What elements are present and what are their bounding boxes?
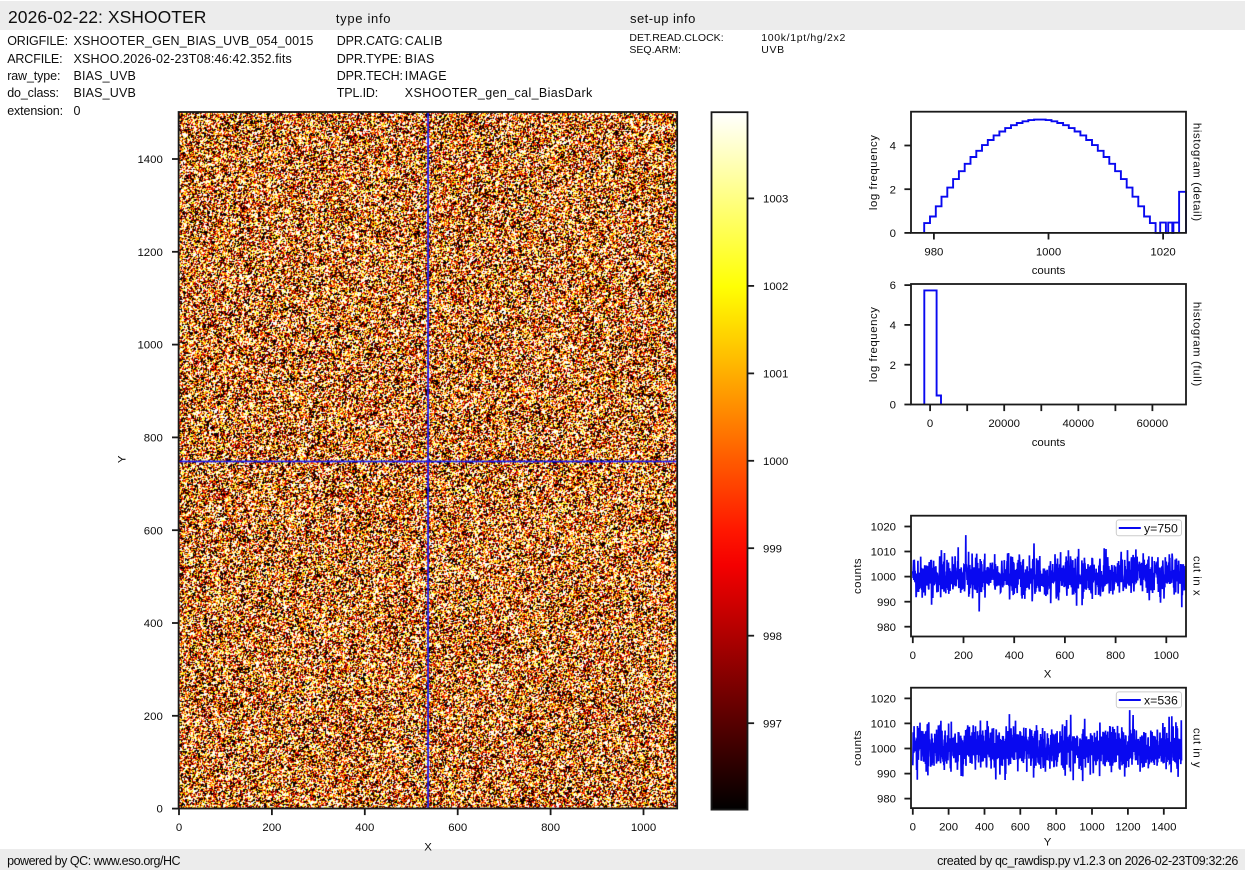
svg-text:log frequency: log frequency xyxy=(868,307,880,383)
svg-text:1010: 1010 xyxy=(871,547,896,559)
svg-text:600: 600 xyxy=(144,525,163,537)
svg-text:4: 4 xyxy=(890,141,896,153)
svg-text:cut in y: cut in y xyxy=(1191,728,1203,768)
svg-text:990: 990 xyxy=(877,597,896,609)
svg-text:1200: 1200 xyxy=(137,247,162,259)
svg-text:990: 990 xyxy=(877,769,896,781)
svg-text:800: 800 xyxy=(541,822,560,834)
svg-text:997: 997 xyxy=(763,718,782,730)
svg-text:200: 200 xyxy=(939,821,958,833)
svg-text:y=750: y=750 xyxy=(1144,521,1178,535)
svg-text:0: 0 xyxy=(910,821,916,833)
svg-text:0: 0 xyxy=(910,650,916,662)
svg-text:Y: Y xyxy=(117,455,129,463)
svg-text:600: 600 xyxy=(1055,650,1074,662)
svg-text:600: 600 xyxy=(1011,821,1030,833)
svg-text:1000: 1000 xyxy=(631,822,656,834)
svg-text:1020: 1020 xyxy=(871,694,896,706)
svg-text:0: 0 xyxy=(176,822,182,834)
svg-text:1000: 1000 xyxy=(1154,650,1179,662)
svg-text:cut in x: cut in x xyxy=(1191,556,1203,596)
svg-text:1000: 1000 xyxy=(137,340,162,352)
svg-text:20000: 20000 xyxy=(988,418,1020,430)
svg-text:800: 800 xyxy=(144,433,163,445)
svg-text:200: 200 xyxy=(144,711,163,723)
svg-text:999: 999 xyxy=(763,543,782,555)
svg-text:60000: 60000 xyxy=(1137,418,1169,430)
svg-text:X: X xyxy=(1044,669,1052,681)
svg-text:980: 980 xyxy=(924,246,943,258)
svg-text:600: 600 xyxy=(448,822,467,834)
svg-text:1020: 1020 xyxy=(871,522,896,534)
svg-text:200: 200 xyxy=(262,822,281,834)
svg-text:998: 998 xyxy=(763,631,782,643)
svg-text:1400: 1400 xyxy=(137,154,162,166)
svg-text:1020: 1020 xyxy=(1150,246,1175,258)
svg-text:400: 400 xyxy=(975,821,994,833)
svg-text:x=536: x=536 xyxy=(1144,693,1178,707)
svg-text:counts: counts xyxy=(1032,265,1066,277)
svg-text:1000: 1000 xyxy=(871,572,896,584)
svg-text:0: 0 xyxy=(890,228,896,240)
svg-text:800: 800 xyxy=(1047,821,1066,833)
svg-text:40000: 40000 xyxy=(1062,418,1094,430)
svg-text:4: 4 xyxy=(890,320,896,332)
svg-text:0: 0 xyxy=(927,418,933,430)
svg-text:1000: 1000 xyxy=(1079,821,1104,833)
svg-text:1002: 1002 xyxy=(763,281,788,293)
svg-text:1010: 1010 xyxy=(871,719,896,731)
svg-text:1001: 1001 xyxy=(763,369,788,381)
svg-text:1400: 1400 xyxy=(1151,821,1176,833)
svg-text:1000: 1000 xyxy=(871,744,896,756)
svg-text:Y: Y xyxy=(1044,837,1052,849)
svg-text:counts: counts xyxy=(852,730,864,766)
svg-text:400: 400 xyxy=(144,618,163,630)
svg-text:0: 0 xyxy=(156,804,162,816)
svg-text:400: 400 xyxy=(1005,650,1024,662)
svg-text:980: 980 xyxy=(877,794,896,806)
svg-text:200: 200 xyxy=(954,650,973,662)
svg-text:1000: 1000 xyxy=(1036,246,1061,258)
svg-text:2: 2 xyxy=(890,360,896,372)
svg-text:1200: 1200 xyxy=(1115,821,1140,833)
svg-text:histogram (detail): histogram (detail) xyxy=(1191,123,1203,222)
svg-text:400: 400 xyxy=(355,822,374,834)
svg-text:X: X xyxy=(424,841,432,853)
svg-text:counts: counts xyxy=(852,558,864,594)
svg-text:980: 980 xyxy=(877,622,896,634)
svg-text:1003: 1003 xyxy=(763,194,788,206)
svg-text:0: 0 xyxy=(890,400,896,412)
svg-text:2: 2 xyxy=(890,184,896,196)
svg-text:log frequency: log frequency xyxy=(868,135,880,211)
svg-text:histogram (full): histogram (full) xyxy=(1191,302,1203,387)
svg-text:6: 6 xyxy=(890,280,896,292)
svg-text:1000: 1000 xyxy=(763,456,788,468)
svg-text:800: 800 xyxy=(1106,650,1125,662)
svg-text:counts: counts xyxy=(1032,437,1066,449)
